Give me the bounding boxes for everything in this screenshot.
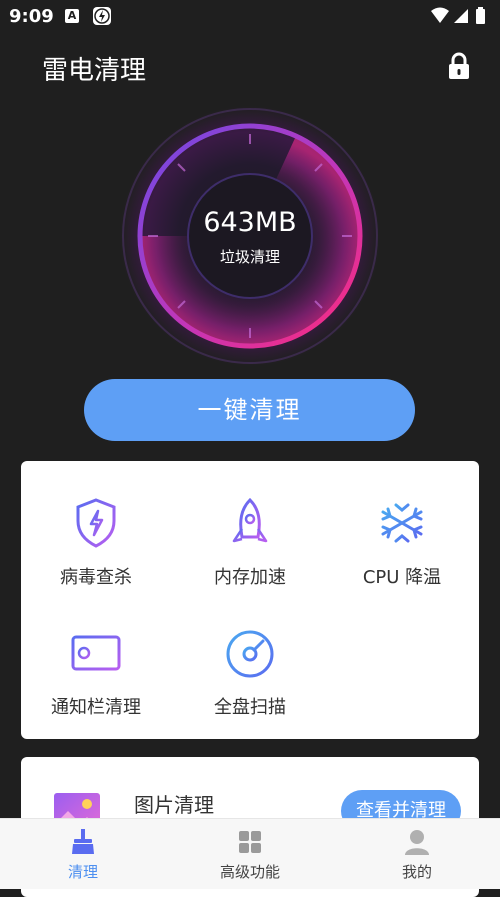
broom-icon (72, 829, 94, 854)
feature-memory-boost[interactable]: 内存加速 (175, 497, 325, 617)
snowflake-icon (381, 499, 423, 547)
feature-label: 内存加速 (214, 567, 286, 588)
nav-clean[interactable]: 清理 (0, 819, 166, 889)
wifi-signal-battery-icons (431, 7, 485, 24)
shield-bolt-icon (76, 498, 116, 548)
feature-notification-clean[interactable]: 通知栏清理 (21, 627, 171, 747)
feature-label: 通知栏清理 (51, 697, 141, 718)
flash-notification-icon (93, 7, 111, 25)
feature-cpu-cooling[interactable]: CPU 降温 (327, 497, 477, 617)
rocket-icon (232, 497, 268, 549)
status-time: 9:09 (9, 6, 54, 27)
app-title: 雷电清理 (42, 56, 147, 86)
status-bar: 9:09 A (0, 0, 500, 34)
one-click-clean-button[interactable]: 一键清理 (84, 379, 415, 441)
junk-size-label: 垃圾清理 (219, 248, 280, 266)
disk-scan-icon (226, 630, 274, 678)
feature-label: 病毒查杀 (60, 567, 132, 588)
feature-virus-scan[interactable]: 病毒查杀 (21, 497, 171, 617)
nav-advanced[interactable]: 高级功能 (167, 819, 333, 889)
nav-mine[interactable]: 我的 (334, 819, 500, 889)
features-card: 病毒查杀 内存加速 CPU 降温 通知栏清理 全盘扫描 (21, 461, 479, 739)
photo-clean-title: 图片清理 (134, 793, 214, 817)
nav-label: 高级功能 (219, 863, 280, 881)
lock-icon[interactable] (447, 52, 471, 80)
feature-full-scan[interactable]: 全盘扫描 (175, 627, 325, 747)
nav-label: 我的 (401, 863, 432, 881)
grid-icon (239, 831, 261, 853)
notification-a-icon: A (65, 9, 79, 23)
feature-label: 全盘扫描 (214, 697, 286, 718)
person-icon (405, 830, 429, 855)
junk-size-value: 643MB (203, 207, 297, 238)
notification-card-icon (71, 629, 121, 671)
nav-label: 清理 (67, 863, 98, 881)
bottom-nav: 清理 高级功能 我的 (0, 818, 500, 889)
feature-label: CPU 降温 (362, 567, 442, 588)
